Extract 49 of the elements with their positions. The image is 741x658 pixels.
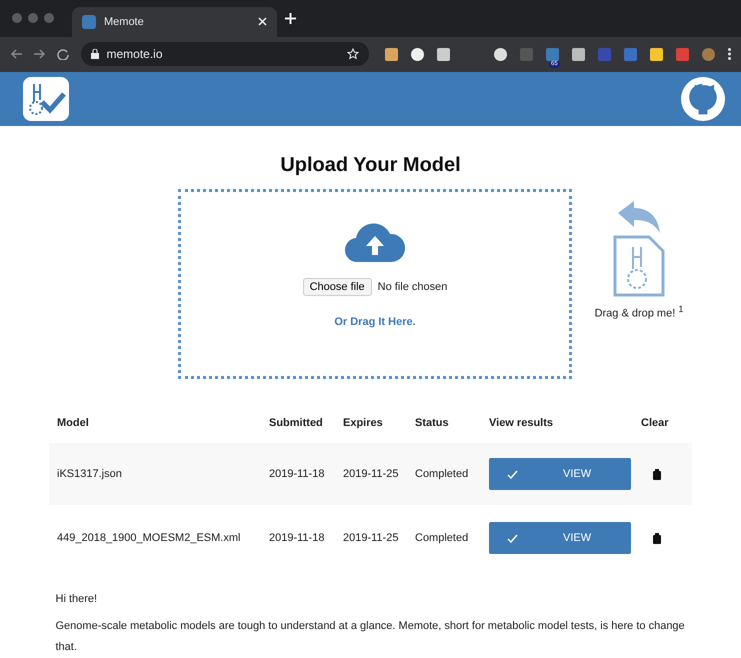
column-header: View results: [488, 417, 554, 432]
browser-tab[interactable]: Memote: [72, 6, 277, 37]
new-tab-icon[interactable]: [285, 12, 296, 24]
table-cell: iKS1317.json: [49, 443, 261, 506]
table-cell: 2019-11-25: [335, 443, 407, 506]
check-icon: [507, 534, 518, 543]
column-header: Expires: [342, 417, 384, 432]
column-header: Model: [56, 417, 90, 432]
column-header: Clear: [640, 417, 670, 432]
extension-icon[interactable]: [650, 48, 663, 61]
extension-icon[interactable]: [572, 48, 585, 61]
choose-file-button[interactable]: Choose file: [302, 278, 372, 296]
window-control-icon[interactable]: [12, 13, 22, 24]
trash-icon[interactable]: [653, 468, 661, 480]
extension-icon[interactable]: [494, 48, 507, 61]
reload-icon[interactable]: [57, 48, 68, 60]
window-control-icon[interactable]: [28, 13, 38, 24]
column-header: Submitted: [268, 417, 324, 432]
address-bar[interactable]: memote.io: [80, 42, 369, 66]
extension-icon[interactable]: [384, 48, 398, 61]
window-control-icon[interactable]: [44, 13, 54, 24]
avatar-icon[interactable]: [702, 48, 715, 61]
site-icon: [82, 14, 96, 29]
extension-icon[interactable]: [410, 48, 424, 61]
check-icon: [507, 470, 518, 479]
drag-link[interactable]: Or Drag It Here.: [334, 316, 416, 328]
intro-paragraph: Genome-scale metabolic models are tough to understand at a glance. Memote, short for metabolic model tests, is here to change that.: [56, 619, 686, 656]
intro-paragraph: Hi there!: [56, 592, 98, 608]
trash-icon[interactable]: [653, 532, 661, 544]
github-icon[interactable]: [681, 77, 725, 122]
extension-icon[interactable]: [436, 48, 450, 61]
back-icon[interactable]: [10, 49, 22, 60]
forward-icon[interactable]: [34, 49, 45, 60]
star-icon[interactable]: [346, 48, 359, 60]
page-title: Upload Your Model: [280, 154, 461, 178]
column-header: Status: [414, 417, 450, 432]
drop-zone[interactable]: Choose file No file chosen Or Drag It Here.: [178, 189, 572, 380]
table-cell: Completed: [407, 443, 481, 506]
view-button[interactable]: VIEW: [489, 522, 631, 554]
logo-icon: [22, 76, 70, 122]
table-cell: 2019-11-18: [261, 443, 335, 506]
model-file-icon: [613, 235, 665, 298]
return-arrow-icon: [616, 199, 662, 236]
drag-drop-hint: Drag & drop me! $^{1}$: [594, 303, 684, 322]
view-button[interactable]: VIEW: [489, 458, 631, 490]
close-icon[interactable]: [258, 17, 267, 26]
menu-icon[interactable]: [728, 48, 731, 60]
file-status: No file chosen: [378, 281, 448, 294]
lock-icon: [90, 49, 98, 60]
